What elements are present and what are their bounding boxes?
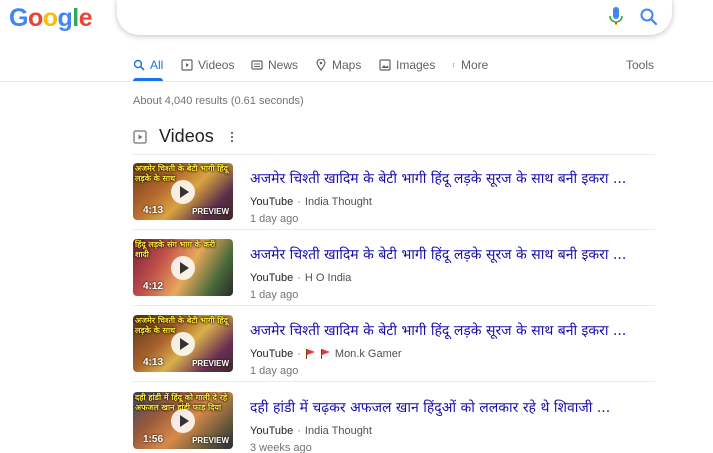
- divider: [133, 154, 655, 155]
- preview-badge: PREVIEW: [192, 207, 229, 216]
- video-title-link[interactable]: अजमेर चिश्ती खादिम के बेटी भागी हिंदू लड…: [250, 245, 650, 264]
- video-title-link[interactable]: अजमेर चिश्ती खादिम के बेटी भागी हिंदू लड…: [250, 169, 650, 188]
- video-icon: [181, 59, 193, 71]
- search-icon[interactable]: [639, 7, 659, 27]
- video-duration: 4:13: [143, 357, 164, 368]
- divider: [133, 381, 655, 382]
- video-meta: YouTube · India Thought: [250, 196, 372, 208]
- video-date: 3 weeks ago: [250, 442, 312, 453]
- active-tab-indicator: [133, 78, 163, 81]
- video-source: YouTube: [250, 196, 294, 208]
- video-duration: 4:13: [143, 205, 164, 216]
- video-channel: India Thought: [304, 425, 372, 437]
- video-icon: [133, 129, 147, 144]
- logo-letter: G: [9, 4, 28, 32]
- tab-label: Videos: [198, 58, 235, 72]
- tab-label: Maps: [332, 58, 362, 72]
- flag-icon: [320, 349, 331, 359]
- video-result[interactable]: दही हांडी में हिंदू को गाली दे रहे अफजल …: [133, 392, 655, 453]
- videos-section-title: Videos: [159, 126, 214, 146]
- map-pin-icon: [316, 59, 326, 71]
- tools-button[interactable]: Tools: [626, 58, 654, 72]
- video-channel: H O India: [304, 272, 352, 284]
- video-duration: 4:12: [143, 281, 164, 292]
- video-meta: YouTube · India Thought: [250, 425, 372, 437]
- search-tabs: All Videos News Maps Images More Tools: [0, 48, 713, 82]
- more-vert-icon: [453, 63, 454, 67]
- separator: ·: [297, 425, 301, 437]
- video-source: YouTube: [250, 425, 294, 437]
- preview-badge: PREVIEW: [192, 436, 229, 445]
- result-stats: About 4,040 results (0.61 seconds): [133, 95, 304, 107]
- video-meta: YouTube · H O India: [250, 272, 351, 284]
- news-icon: [251, 60, 263, 70]
- search-icon: [133, 59, 145, 71]
- logo-letter: o: [27, 4, 43, 32]
- video-thumbnail[interactable]: अजमेर चिश्ती के बेटी भागी हिंदू लड़के के…: [133, 315, 233, 372]
- more-vert-icon[interactable]: [230, 131, 234, 143]
- tab-label: More: [461, 58, 489, 72]
- tab-news[interactable]: News: [251, 58, 298, 72]
- video-channel: Mon.k Gamer: [334, 348, 402, 360]
- logo-letter: e: [78, 4, 93, 32]
- video-date: 1 day ago: [250, 365, 299, 377]
- tab-label: News: [268, 58, 299, 72]
- video-date: 1 day ago: [250, 213, 299, 225]
- tab-all[interactable]: All: [133, 58, 163, 72]
- search-box: [117, 0, 672, 35]
- video-duration: 1:56: [143, 434, 164, 445]
- video-result[interactable]: हिंदू लड़के संग भाग के करी शादी 4:12 अजम…: [133, 239, 655, 301]
- tab-label: All: [150, 58, 164, 72]
- tab-more[interactable]: More: [451, 58, 488, 72]
- play-icon: [171, 332, 195, 356]
- separator: ·: [297, 272, 301, 284]
- google-logo[interactable]: Google: [9, 4, 93, 33]
- tab-label: Images: [396, 58, 436, 72]
- logo-letter: g: [57, 4, 73, 32]
- tab-images[interactable]: Images: [379, 58, 435, 72]
- video-title-link[interactable]: दही हांडी में चढ़कर अफजल खान हिंदुओं को …: [250, 398, 650, 417]
- tab-videos[interactable]: Videos: [181, 58, 234, 72]
- play-icon: [171, 256, 195, 280]
- tab-maps[interactable]: Maps: [315, 58, 361, 72]
- video-date: 1 day ago: [250, 289, 299, 301]
- search-input[interactable]: [133, 8, 603, 28]
- play-icon: [171, 409, 195, 433]
- preview-badge: PREVIEW: [192, 359, 229, 368]
- play-icon: [171, 180, 195, 204]
- video-source: YouTube: [250, 272, 294, 284]
- image-icon: [379, 59, 391, 71]
- videos-section-header: Videos: [133, 126, 234, 147]
- video-meta: YouTube · Mon.k Gamer: [250, 348, 402, 360]
- separator: ·: [297, 196, 301, 208]
- video-result[interactable]: अजमेर चिश्ती के बेटी भागी हिंदू लड़के के…: [133, 163, 655, 225]
- divider: [133, 229, 655, 230]
- video-thumbnail[interactable]: अजमेर चिश्ती के बेटी भागी हिंदू लड़के के…: [133, 163, 233, 220]
- video-title-link[interactable]: अजमेर चिश्ती खादिम के बेटी भागी हिंदू लड…: [250, 321, 650, 340]
- video-source: YouTube: [250, 348, 294, 360]
- logo-letter: o: [42, 4, 58, 32]
- video-thumbnail[interactable]: दही हांडी में हिंदू को गाली दे रहे अफजल …: [133, 392, 233, 449]
- video-result[interactable]: अजमेर चिश्ती के बेटी भागी हिंदू लड़के के…: [133, 315, 655, 377]
- video-channel: India Thought: [304, 196, 372, 208]
- video-thumbnail[interactable]: हिंदू लड़के संग भाग के करी शादी 4:12: [133, 239, 233, 296]
- separator: ·: [297, 348, 301, 360]
- flag-icon: [305, 349, 316, 359]
- microphone-icon[interactable]: [609, 7, 623, 27]
- divider: [133, 305, 655, 306]
